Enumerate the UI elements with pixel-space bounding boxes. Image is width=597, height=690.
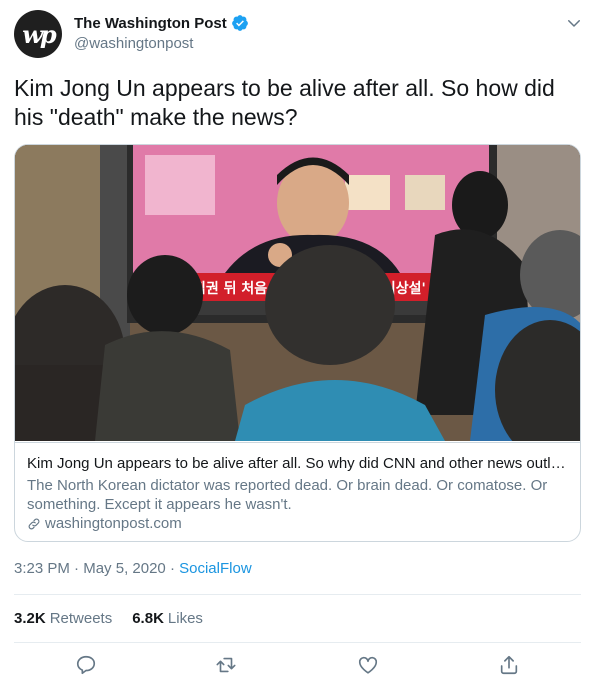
card-description: The North Korean dictator was reported d… [27, 477, 548, 513]
share-icon [500, 655, 518, 675]
card-body[interactable]: Kim Jong Un appears to be alive after al… [15, 442, 580, 541]
link-icon [28, 518, 40, 529]
meta-separator: · [69, 560, 84, 577]
like-button[interactable] [357, 654, 381, 678]
tweet-text: Kim Jong Un appears to be alive after al… [14, 75, 555, 130]
card-domain-text: washingtonpost.com [45, 515, 182, 532]
tweet-stats: 3.2K Retweets 6.8K Likes [14, 610, 223, 627]
likes-count: 6.8K [132, 610, 164, 627]
link-card[interactable]: 집권 뒤 처음 터 강이상설' 제기 Kim Jong Un appears t… [14, 144, 581, 542]
retweet-button[interactable] [215, 654, 239, 678]
handle[interactable]: @washingtonpost [74, 35, 193, 52]
share-button[interactable] [498, 654, 522, 678]
verified-badge-icon [231, 15, 248, 31]
chevron-down-icon[interactable] [565, 14, 583, 32]
divider [14, 594, 581, 595]
retweets-stat[interactable]: 3.2K Retweets [14, 610, 112, 627]
author-name-row[interactable]: The Washington Post [74, 14, 249, 32]
tweet-time[interactable]: 3:23 PM [14, 560, 70, 577]
reply-button[interactable] [75, 654, 99, 678]
avatar[interactable]: wp [14, 10, 62, 58]
card-domain[interactable]: washingtonpost.com [27, 515, 182, 532]
like-icon [358, 656, 378, 674]
tweet-source-link[interactable]: SocialFlow [179, 560, 252, 577]
card-image: 집권 뒤 처음 터 강이상설' 제기 [15, 145, 580, 441]
avatar-logo: wp [22, 19, 56, 49]
tweet: wp The Washington Post @washingtonpost K… [0, 0, 597, 690]
likes-stat[interactable]: 6.8K Likes [132, 610, 203, 627]
reply-icon [76, 655, 96, 675]
tweet-date[interactable]: May 5, 2020 [83, 560, 166, 577]
tweet-actions [0, 652, 597, 682]
retweets-count: 3.2K [14, 610, 46, 627]
card-title[interactable]: Kim Jong Un appears to be alive after al… [27, 455, 567, 472]
likes-label: Likes [167, 610, 203, 627]
display-name[interactable]: The Washington Post [74, 15, 227, 32]
divider [14, 642, 581, 643]
retweets-label: Retweets [49, 610, 113, 627]
retweet-icon [216, 657, 236, 673]
tweet-meta: 3:23 PM · May 5, 2020 · SocialFlow [14, 560, 252, 577]
meta-separator-2: · [165, 560, 180, 577]
